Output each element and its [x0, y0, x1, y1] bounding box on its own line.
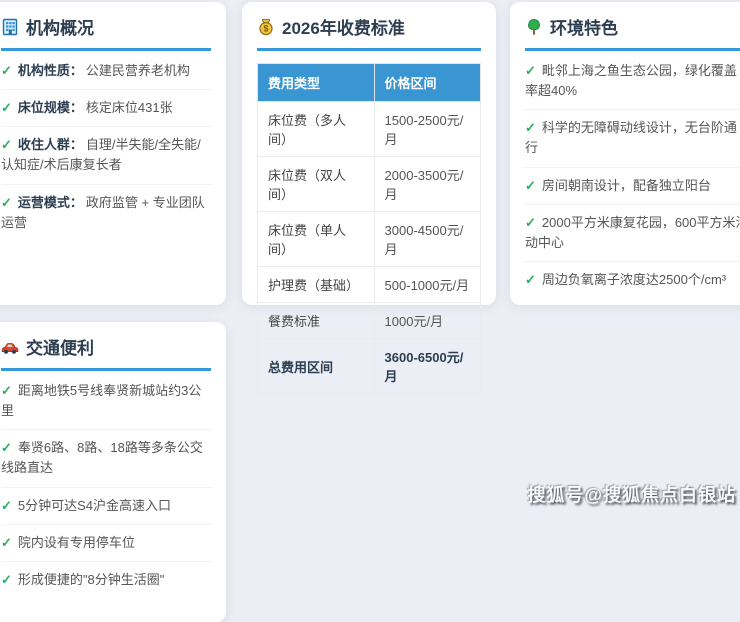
check-icon: ✓	[1, 535, 12, 550]
svg-text:$: $	[263, 23, 268, 33]
check-icon: ✓	[1, 498, 12, 513]
card-fees-header: $ 2026年收费标准	[257, 14, 481, 51]
item-text: 科学的无障碍动线设计，无台阶通行	[525, 120, 737, 155]
item-value: 公建民营养老机构	[86, 63, 190, 78]
check-icon: ✓	[525, 63, 536, 78]
list-item: ✓ 院内设有专用停车位	[1, 525, 211, 562]
watermark: 搜狐号@搜狐焦点白银站	[527, 481, 736, 507]
overview-list: ✓机构性质：公建民营养老机构 ✓床位规模：核定床位431张 ✓收住人群：自理/半…	[1, 53, 211, 241]
table-row: 餐费标准 1000元/月	[258, 303, 481, 339]
card-overview-header: 机构概况	[1, 14, 211, 51]
list-item: ✓ 机构性质：公建民营养老机构	[1, 53, 211, 90]
car-icon	[1, 338, 19, 356]
card-transport: 交通便利 ✓距离地铁5号线奉贤新城站约3公里 ✓奉贤6路、8路、18路等多条公交…	[0, 322, 226, 622]
item-text: 院内设有专用停车位	[18, 535, 135, 550]
check-icon: ✓	[1, 572, 12, 587]
item-text: 房间朝南设计，配备独立阳台	[542, 178, 711, 193]
item-text: 2000平方米康复花园，600平方米活动中心	[525, 215, 740, 250]
check-icon: ✓	[525, 215, 536, 230]
transport-list: ✓距离地铁5号线奉贤新城站约3公里 ✓奉贤6路、8路、18路等多条公交线路直达 …	[1, 373, 211, 598]
item-text: 周边负氧离子浓度达2500个/cm³	[542, 272, 726, 287]
list-item: ✓ 房间朝南设计，配备独立阳台	[525, 168, 740, 205]
list-item: ✓ 床位规模：核定床位431张	[1, 90, 211, 127]
fee-type-cell: 总费用区间	[258, 339, 375, 394]
check-icon: ✓	[525, 120, 536, 135]
table-header-row: 费用类型 价格区间	[258, 64, 481, 102]
item-label: 床位规模：	[18, 100, 83, 115]
card-overview-title: 机构概况	[26, 14, 94, 39]
fee-price-cell: 3000-4500元/月	[374, 212, 480, 267]
table-row: 床位费（双人间） 2000-3500元/月	[258, 157, 481, 212]
check-icon: ✓	[1, 383, 12, 398]
item-text: 距离地铁5号线奉贤新城站约3公里	[1, 383, 201, 418]
list-item: ✓科学的无障碍动线设计，无台阶通行	[525, 110, 740, 167]
list-item: ✓奉贤6路、8路、18路等多条公交线路直达	[1, 430, 211, 487]
card-environment-title: 环境特色	[550, 14, 618, 39]
item-label: 收住人群：	[18, 137, 83, 152]
list-item: ✓2000平方米康复花园，600平方米活动中心	[525, 205, 740, 262]
card-overview: 机构概况 ✓ 机构性质：公建民营养老机构 ✓ 床位规模：核定床位431张 ✓ 收住人群…	[0, 2, 226, 305]
card-fees-title: 2026年收费标准	[282, 14, 405, 39]
tree-icon	[525, 18, 543, 36]
card-environment-header: 环境特色	[525, 14, 740, 51]
check-icon: ✓	[1, 63, 12, 78]
card-transport-header: 交通便利	[1, 334, 211, 371]
fee-price-cell: 500-1000元/月	[374, 267, 480, 303]
item-label: 运营模式：	[18, 195, 83, 210]
list-item: ✓毗邻上海之鱼生态公园，绿化覆盖率超40%	[525, 53, 740, 110]
check-icon: ✓	[525, 272, 536, 287]
list-item: ✓距离地铁5号线奉贤新城站约3公里	[1, 373, 211, 430]
fee-price-cell: 2000-3500元/月	[374, 157, 480, 212]
fee-type-cell: 床位费（单人间）	[258, 212, 375, 267]
item-text: 奉贤6路、8路、18路等多条公交线路直达	[1, 440, 203, 475]
check-icon: ✓	[525, 178, 536, 193]
check-icon: ✓	[1, 440, 12, 455]
table-row: 护理费（基础） 500-1000元/月	[258, 267, 481, 303]
list-item: ✓ 形成便捷的"8分钟生活圈"	[1, 562, 211, 598]
fee-type-cell: 餐费标准	[258, 303, 375, 339]
item-text: 5分钟可达S4沪金高速入口	[18, 498, 171, 513]
fees-table: 费用类型 价格区间 床位费（多人间） 1500-2500元/月 床位费（双人间）…	[257, 63, 481, 394]
check-icon: ✓	[1, 195, 12, 210]
item-text: 毗邻上海之鱼生态公园，绿化覆盖率超40%	[525, 63, 737, 98]
building-icon	[1, 18, 19, 36]
item-label: 机构性质：	[18, 63, 83, 78]
check-icon: ✓	[1, 100, 12, 115]
item-value: 核定床位431张	[86, 100, 173, 115]
column-header: 费用类型	[258, 64, 375, 102]
fee-type-cell: 床位费（双人间）	[258, 157, 375, 212]
table-row-total: 总费用区间 3600-6500元/月	[258, 339, 481, 394]
fee-price-cell: 3600-6500元/月	[374, 339, 480, 394]
fee-price-cell: 1500-2500元/月	[374, 102, 480, 157]
item-text: 形成便捷的"8分钟生活圈"	[18, 572, 164, 587]
card-transport-title: 交通便利	[26, 334, 94, 359]
table-row: 床位费（多人间） 1500-2500元/月	[258, 102, 481, 157]
check-icon: ✓	[1, 137, 12, 152]
card-environment: 环境特色 ✓毗邻上海之鱼生态公园，绿化覆盖率超40% ✓科学的无障碍动线设计，无…	[510, 2, 740, 305]
list-item: ✓ 周边负氧离子浓度达2500个/cm³	[525, 262, 740, 298]
list-item: ✓收住人群：自理/半失能/全失能/认知症/术后康复长者	[1, 127, 211, 184]
fee-type-cell: 护理费（基础）	[258, 267, 375, 303]
table-row: 床位费（单人间） 3000-4500元/月	[258, 212, 481, 267]
fee-type-cell: 床位费（多人间）	[258, 102, 375, 157]
column-header: 价格区间	[374, 64, 480, 102]
list-item: ✓运营模式：政府监管 + 专业团队运营	[1, 185, 211, 241]
list-item: ✓ 5分钟可达S4沪金高速入口	[1, 488, 211, 525]
environment-list: ✓毗邻上海之鱼生态公园，绿化覆盖率超40% ✓科学的无障碍动线设计，无台阶通行 …	[525, 53, 740, 298]
fee-price-cell: 1000元/月	[374, 303, 480, 339]
money-bag-icon: $	[257, 18, 275, 36]
card-fees: $ 2026年收费标准 费用类型 价格区间 床位费（多人间） 1500-2500…	[242, 2, 496, 305]
